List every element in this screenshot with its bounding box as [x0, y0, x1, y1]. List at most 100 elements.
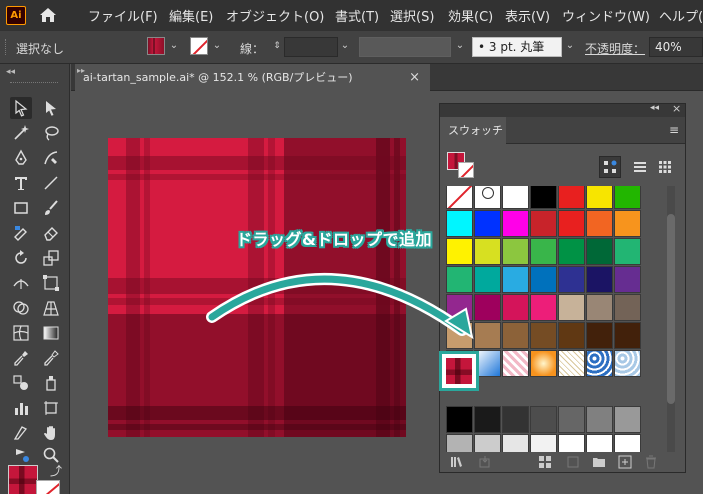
scrollbar-thumb[interactable]: [667, 214, 675, 404]
home-icon[interactable]: [38, 6, 58, 24]
color-swatch[interactable]: [530, 294, 557, 321]
pen-tool-icon[interactable]: [10, 147, 32, 169]
new-swatch-icon[interactable]: [618, 454, 632, 469]
color-swatch[interactable]: [558, 406, 585, 433]
color-swatch[interactable]: [558, 322, 585, 349]
eyedropper-tool-icon[interactable]: [10, 347, 32, 369]
color-swatch[interactable]: [446, 434, 473, 452]
close-document-icon[interactable]: ×: [409, 64, 420, 91]
fill-color-box[interactable]: [8, 465, 38, 494]
eraser-tool-icon[interactable]: [40, 222, 62, 244]
brush-dropdown-icon[interactable]: ⌄: [563, 38, 577, 54]
pattern-swatch[interactable]: [586, 350, 613, 377]
color-swatch[interactable]: [446, 210, 473, 237]
stroke-swatch[interactable]: [190, 37, 208, 55]
swap-fill-stroke-icon[interactable]: ⤴: [50, 462, 62, 479]
menu-edit[interactable]: 編集(E): [169, 6, 213, 25]
color-swatch[interactable]: [586, 186, 613, 209]
color-swatch[interactable]: [586, 406, 613, 433]
show-swatch-kinds-icon[interactable]: [599, 156, 621, 178]
scale-tool-icon[interactable]: [40, 247, 62, 269]
color-swatch[interactable]: [558, 238, 585, 265]
toolbar-grip[interactable]: [10, 82, 58, 85]
color-swatch[interactable]: [530, 406, 557, 433]
pattern-swatch[interactable]: [558, 350, 585, 377]
color-swatch[interactable]: [502, 406, 529, 433]
control-bar-grip[interactable]: [5, 39, 8, 55]
panel-menu-icon[interactable]: ≡: [669, 123, 679, 137]
color-swatch[interactable]: [530, 322, 557, 349]
brush-definition[interactable]: • 3 pt. 丸筆: [472, 37, 562, 57]
panel-collapse-icon[interactable]: ▸▸: [77, 66, 85, 75]
thumbnail-view-icon[interactable]: [654, 156, 676, 178]
fill-swatch[interactable]: [147, 37, 165, 55]
stroke-weight-dropdown-icon[interactable]: ⌄: [338, 38, 352, 54]
color-swatch[interactable]: [586, 294, 613, 321]
stroke-weight-input[interactable]: [284, 37, 338, 57]
color-swatch[interactable]: [530, 186, 557, 209]
color-swatch[interactable]: [502, 210, 529, 237]
selection-tool-icon[interactable]: [10, 97, 32, 119]
hand-tool-icon[interactable]: [40, 422, 62, 444]
variable-width-profile[interactable]: [359, 37, 451, 57]
menu-window[interactable]: ウィンドウ(W): [562, 6, 650, 25]
color-swatch[interactable]: [474, 434, 501, 452]
color-swatch[interactable]: [614, 210, 641, 237]
document-tab[interactable]: ai-tartan_sample.ai* @ 152.1 % (RGB/プレビュ…: [75, 64, 430, 91]
mesh-tool-icon[interactable]: [10, 322, 32, 344]
new-tartan-swatch[interactable]: [446, 358, 472, 384]
color-swatch[interactable]: [530, 210, 557, 237]
swatch-libraries-icon[interactable]: [450, 454, 464, 468]
show-swatch-kinds-menu-icon[interactable]: [538, 454, 552, 468]
opacity-label[interactable]: 不透明度：: [585, 40, 645, 57]
color-swatch[interactable]: [474, 210, 501, 237]
menu-select[interactable]: 選択(S): [390, 6, 434, 25]
color-swatch[interactable]: [502, 238, 529, 265]
color-swatch[interactable]: [614, 322, 641, 349]
stroke-color-box[interactable]: [36, 480, 60, 494]
shape-builder-tool-icon[interactable]: [10, 297, 32, 319]
slice-tool-icon[interactable]: [10, 422, 32, 444]
stroke-stepper-icon[interactable]: ⇕: [270, 38, 284, 54]
panel-stroke-swatch[interactable]: [458, 162, 474, 178]
lasso-tool-icon[interactable]: [40, 122, 62, 144]
color-swatch[interactable]: [614, 186, 641, 209]
color-swatch[interactable]: [530, 238, 557, 265]
color-swatch[interactable]: [502, 294, 529, 321]
color-swatch[interactable]: [474, 406, 501, 433]
menu-help[interactable]: ヘルプ(: [659, 6, 703, 25]
tab-swatches[interactable]: スウォッチ: [440, 117, 506, 144]
panel-close-icon[interactable]: ×: [672, 102, 681, 115]
rectangle-tool-icon[interactable]: [10, 197, 32, 219]
menu-view[interactable]: 表示(V): [505, 6, 550, 25]
rotate-view-tool-icon[interactable]: [10, 444, 32, 466]
gradient-tool-icon[interactable]: [40, 322, 62, 344]
rotate-tool-icon[interactable]: [10, 247, 32, 269]
width-tool-icon[interactable]: [10, 272, 32, 294]
none-swatch[interactable]: [446, 186, 473, 209]
color-swatch[interactable]: [614, 294, 641, 321]
artboard-tool-icon[interactable]: [40, 397, 62, 419]
color-swatch[interactable]: [502, 322, 529, 349]
column-graph-tool-icon[interactable]: [10, 397, 32, 419]
color-swatch[interactable]: [502, 266, 529, 293]
perspective-grid-tool-icon[interactable]: [40, 297, 62, 319]
color-swatch[interactable]: [558, 294, 585, 321]
color-swatch[interactable]: [530, 434, 557, 452]
menu-file[interactable]: ファイル(F): [88, 6, 158, 25]
registration-swatch[interactable]: [474, 186, 501, 209]
shaper-tool-icon[interactable]: [10, 222, 32, 244]
color-swatch[interactable]: [446, 406, 473, 433]
opacity-input[interactable]: 40%: [649, 37, 703, 57]
place-swatch-icon[interactable]: [478, 454, 492, 468]
color-swatch[interactable]: [586, 434, 613, 452]
panel-collapse-icon[interactable]: ◂◂: [650, 103, 659, 113]
color-swatch[interactable]: [586, 266, 613, 293]
list-view-icon[interactable]: [629, 156, 651, 178]
menu-effect[interactable]: 効果(C): [448, 6, 493, 25]
pattern-swatch[interactable]: [614, 350, 641, 377]
color-swatch[interactable]: [614, 238, 641, 265]
color-swatch[interactable]: [558, 434, 585, 452]
pattern-swatch[interactable]: [502, 350, 529, 377]
color-swatch[interactable]: [502, 186, 529, 209]
